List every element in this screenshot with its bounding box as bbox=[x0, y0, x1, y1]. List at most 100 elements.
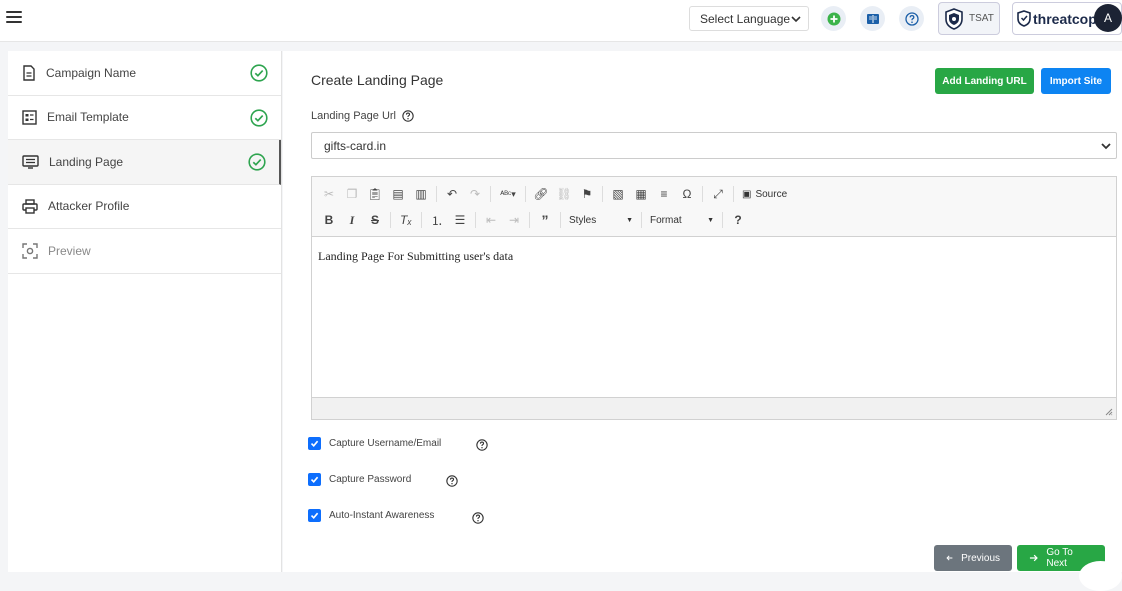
image-icon[interactable]: ▧ bbox=[607, 184, 629, 204]
resize-handle-icon[interactable] bbox=[1105, 408, 1113, 416]
tsat-button[interactable]: TSAT bbox=[938, 2, 1000, 35]
sidebar-item-preview[interactable]: Preview bbox=[8, 229, 281, 274]
numbered-list-icon[interactable]: ⒈ bbox=[426, 210, 448, 230]
capture-password-label: Capture Password bbox=[329, 474, 412, 485]
language-select[interactable]: Select Language bbox=[689, 6, 809, 31]
capture-password-row: Capture Password bbox=[308, 473, 411, 486]
capture-username-checkbox[interactable] bbox=[308, 437, 321, 450]
bold-icon[interactable]: B bbox=[318, 210, 340, 230]
sidebar-item-label: Preview bbox=[48, 243, 91, 258]
strikethrough-icon[interactable]: S bbox=[364, 210, 386, 230]
check-circle-icon bbox=[250, 108, 268, 127]
hamburger-menu-icon[interactable] bbox=[6, 11, 22, 25]
source-button[interactable]: ▣ Source bbox=[738, 184, 791, 204]
question-circle-icon[interactable] bbox=[402, 110, 414, 122]
avatar[interactable]: A bbox=[1094, 4, 1122, 32]
paste-word-icon[interactable]: ▥ bbox=[410, 184, 432, 204]
paste-text-icon[interactable]: ▤ bbox=[387, 184, 409, 204]
landing-url-value: gifts-card.in bbox=[324, 138, 387, 153]
maximize-icon[interactable]: ⤢ bbox=[707, 184, 729, 204]
printer-icon bbox=[22, 199, 38, 214]
chat-widget-edge[interactable] bbox=[1079, 561, 1122, 591]
cut-icon[interactable]: ✂ bbox=[318, 184, 340, 204]
auto-awareness-checkbox[interactable] bbox=[308, 509, 321, 522]
auto-awareness-row: Auto-Instant Awareness bbox=[308, 509, 434, 522]
table-icon[interactable]: ▦ bbox=[630, 184, 652, 204]
remove-format-icon[interactable]: Tₓ bbox=[395, 210, 417, 230]
special-char-icon[interactable]: Ω bbox=[676, 184, 698, 204]
redo-icon[interactable]: ↷ bbox=[464, 184, 486, 204]
format-label: Format bbox=[650, 214, 682, 226]
rich-text-editor: ✂ ❐ 📋︎ ▤ ▥ ↶ ↷ ᴬᴮᶜ▾ 🔗︎ ⛓ ⚑ ▧ ▦ ≡ Ω ⤢ ▣ S… bbox=[311, 176, 1117, 420]
editor-footer bbox=[312, 397, 1116, 419]
editor-help-icon[interactable]: ? bbox=[727, 210, 749, 230]
undo-icon[interactable]: ↶ bbox=[441, 184, 463, 204]
unlink-icon[interactable]: ⛓ bbox=[553, 184, 575, 204]
plus-circle-icon bbox=[827, 12, 840, 25]
capture-username-row: Capture Username/Email bbox=[308, 437, 441, 450]
page-title: Create Landing Page bbox=[311, 72, 444, 88]
shield-icon bbox=[945, 7, 963, 30]
check-circle-icon bbox=[248, 153, 266, 171]
import-site-button[interactable]: Import Site bbox=[1041, 68, 1111, 94]
sidebar-item-landing-page[interactable]: Landing Page bbox=[8, 140, 281, 185]
editor-content-text: Landing Page For Submitting user's data bbox=[318, 249, 514, 263]
toolbar-divider bbox=[733, 186, 734, 202]
previous-label: Previous bbox=[961, 552, 1000, 564]
guide-book-button[interactable] bbox=[860, 6, 885, 31]
add-circle-button[interactable] bbox=[821, 6, 846, 31]
outdent-icon[interactable]: ⇤ bbox=[480, 210, 502, 230]
link-icon[interactable]: 🔗︎ bbox=[530, 184, 552, 204]
chevron-down-icon bbox=[1101, 143, 1111, 150]
capture-password-checkbox[interactable] bbox=[308, 473, 321, 486]
preview-icon bbox=[22, 243, 38, 259]
capture-username-label: Capture Username/Email bbox=[329, 438, 442, 449]
editor-toolbar: ✂ ❐ 📋︎ ▤ ▥ ↶ ↷ ᴬᴮᶜ▾ 🔗︎ ⛓ ⚑ ▧ ▦ ≡ Ω ⤢ ▣ S… bbox=[312, 177, 1116, 237]
question-circle-icon[interactable] bbox=[472, 512, 484, 524]
sidebar-item-campaign-name[interactable]: Campaign Name bbox=[8, 51, 281, 96]
brand-name: threatcop bbox=[1033, 10, 1097, 27]
auto-awareness-label: Auto-Instant Awareness bbox=[329, 510, 435, 521]
sidebar-item-label: Landing Page bbox=[49, 154, 124, 169]
source-label: Source bbox=[755, 188, 788, 200]
sidebar-item-attacker-profile[interactable]: Attacker Profile bbox=[8, 185, 281, 229]
question-circle-icon[interactable] bbox=[446, 475, 458, 487]
toolbar-divider bbox=[702, 186, 703, 202]
question-circle-icon[interactable] bbox=[476, 439, 488, 451]
question-circle-icon bbox=[904, 11, 919, 26]
sidebar-item-email-template[interactable]: Email Template bbox=[8, 96, 281, 140]
caret-down-icon: ▼ bbox=[707, 216, 714, 224]
book-icon bbox=[866, 13, 879, 24]
format-dropdown[interactable]: Format ▼ bbox=[646, 210, 718, 230]
styles-label: Styles bbox=[569, 214, 597, 226]
tsat-label: TSAT bbox=[969, 13, 994, 24]
top-header: Select Language TSAT threatcop A bbox=[0, 0, 1122, 42]
sidebar-item-label: Email Template bbox=[47, 110, 129, 125]
step-sidebar: Campaign Name Email Template Landing Pag… bbox=[8, 51, 282, 572]
toolbar-divider bbox=[722, 212, 723, 228]
toolbar-divider bbox=[436, 186, 437, 202]
add-landing-url-button[interactable]: Add Landing URL bbox=[935, 68, 1034, 94]
horizontal-rule-icon[interactable]: ≡ bbox=[653, 184, 675, 204]
indent-icon[interactable]: ⇥ bbox=[503, 210, 525, 230]
previous-button[interactable]: Previous bbox=[934, 545, 1012, 571]
sidebar-item-label: Attacker Profile bbox=[48, 199, 130, 214]
toolbar-divider bbox=[390, 212, 391, 228]
caret-down-icon: ▼ bbox=[626, 216, 633, 224]
checkmark-icon bbox=[310, 512, 319, 519]
toolbar-divider bbox=[529, 212, 530, 228]
copy-icon[interactable]: ❐ bbox=[341, 184, 363, 204]
anchor-flag-icon[interactable]: ⚑ bbox=[576, 184, 598, 204]
paste-icon[interactable]: 📋︎ bbox=[364, 184, 386, 204]
chevron-down-icon bbox=[791, 16, 801, 23]
landing-url-select[interactable]: gifts-card.in bbox=[311, 132, 1117, 159]
spellcheck-icon[interactable]: ᴬᴮᶜ▾ bbox=[495, 184, 521, 204]
template-icon bbox=[22, 110, 37, 125]
styles-dropdown[interactable]: Styles ▼ bbox=[565, 210, 637, 230]
italic-icon[interactable]: I bbox=[341, 210, 363, 230]
blockquote-icon[interactable]: ” bbox=[534, 210, 556, 230]
help-button[interactable] bbox=[899, 6, 924, 31]
editor-content-area[interactable]: Landing Page For Submitting user's data bbox=[312, 237, 1116, 397]
bulleted-list-icon[interactable]: ☰ bbox=[449, 210, 471, 230]
monitor-icon bbox=[22, 155, 39, 169]
